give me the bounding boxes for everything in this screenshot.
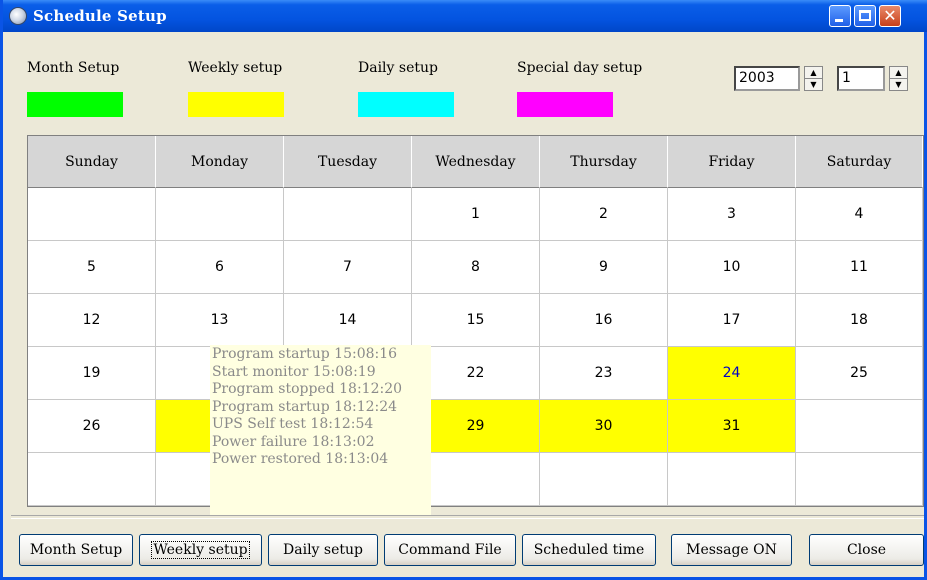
message-on-button[interactable]: Message ON	[671, 534, 792, 566]
calendar-day-cell[interactable]: 26	[28, 400, 156, 453]
year-down-arrow-icon[interactable]: ▼	[805, 79, 822, 90]
maximize-button[interactable]	[854, 5, 876, 27]
calendar-day-cell[interactable]: 7	[284, 241, 412, 294]
calendar-day-cell[interactable]: 4	[796, 188, 923, 241]
daily-setup-button-label: Daily setup	[283, 542, 363, 558]
day-header-tuesday: Tuesday	[284, 136, 412, 188]
event-log-line: UPS Self test 18:12:54	[212, 416, 374, 432]
clock-icon	[9, 7, 27, 25]
swatch-daily	[358, 92, 454, 117]
year-spinner[interactable]: ▲ ▼	[804, 66, 823, 91]
day-header-friday: Friday	[668, 136, 796, 188]
minimize-icon	[835, 19, 843, 22]
calendar-day-cell[interactable]: 31	[668, 400, 796, 453]
month-input[interactable]: 1	[837, 66, 885, 91]
calendar-day-cell[interactable]: 23	[540, 347, 668, 400]
calendar-day-cell[interactable]: 8	[412, 241, 540, 294]
calendar-day-cell[interactable]: 14	[284, 294, 412, 347]
day-header-sunday: Sunday	[28, 136, 156, 188]
legend-label-month: Month Setup	[27, 60, 120, 76]
swatch-weekly	[188, 92, 284, 117]
year-up-arrow-icon[interactable]: ▲	[805, 67, 822, 79]
calendar-day-cell[interactable]: 24	[668, 347, 796, 400]
scheduled-time-button-label: Scheduled time	[533, 542, 645, 558]
calendar-day-cell[interactable]: 2	[540, 188, 668, 241]
calendar-day-cell[interactable]: 9	[540, 241, 668, 294]
close-button[interactable]: Close	[809, 534, 924, 566]
event-log-line: Program startup 15:08:16	[212, 346, 398, 362]
calendar-day-cell[interactable]	[156, 188, 284, 241]
event-log-line: Program startup 18:12:24	[212, 398, 398, 415]
calendar-day-cell[interactable]: 11	[796, 241, 923, 294]
day-header-monday: Monday	[156, 136, 284, 188]
legend-label-daily: Daily setup	[358, 60, 438, 76]
calendar-day-cell[interactable]	[540, 453, 668, 506]
calendar-day-cell[interactable]: 12	[28, 294, 156, 347]
command-file-button-label: Command File	[398, 542, 502, 558]
calendar-day-cell[interactable]	[28, 453, 156, 506]
calendar-day-cell[interactable]	[28, 188, 156, 241]
close-icon: ✕	[883, 6, 897, 25]
calendar-day-cell[interactable]	[412, 453, 540, 506]
calendar-day-cell[interactable]: 10	[668, 241, 796, 294]
day-header-wednesday: Wednesday	[412, 136, 540, 188]
calendar-day-cell[interactable]	[284, 188, 412, 241]
calendar-day-cell[interactable]: 13	[156, 294, 284, 347]
calendar-day-cell[interactable]: 25	[796, 347, 923, 400]
minimize-button[interactable]	[829, 5, 851, 27]
weekly-setup-button[interactable]: Weekly setup	[139, 534, 262, 566]
day-header-thursday: Thursday	[540, 136, 668, 188]
calendar-day-cell[interactable]: 19	[28, 347, 156, 400]
legend-label-weekly: Weekly setup	[188, 60, 283, 76]
calendar-day-cell[interactable]: 3	[668, 188, 796, 241]
maximize-icon	[859, 10, 871, 21]
day-header-saturday: Saturday	[796, 136, 923, 188]
title-bar[interactable]: Schedule Setup ✕	[3, 0, 927, 32]
calendar-day-cell[interactable]: 17	[668, 294, 796, 347]
month-spinner[interactable]: ▲ ▼	[889, 66, 908, 91]
close-button-label: Close	[846, 542, 887, 558]
event-log-line: Program stopped 18:12:20	[212, 381, 403, 397]
event-log-tooltip: Program startup 15:08:16 Start monitor 15…	[210, 345, 431, 515]
calendar-day-cell[interactable]: 22	[412, 347, 540, 400]
calendar-grid: Sunday Monday Tuesday Wednesday Thursday Frid…	[27, 135, 924, 507]
scheduled-time-button[interactable]: Scheduled time	[522, 534, 656, 566]
event-log-line: Start monitor 15:08:19	[212, 363, 376, 380]
month-setup-button[interactable]: Month Setup	[19, 534, 133, 566]
calendar-day-cell[interactable]: 18	[796, 294, 923, 347]
event-log-line: Power failure 18:13:02	[212, 433, 375, 450]
month-setup-button-label: Month Setup	[29, 542, 123, 558]
calendar-day-cell[interactable]	[796, 453, 923, 506]
month-down-arrow-icon[interactable]: ▼	[890, 79, 907, 90]
calendar-day-cell[interactable]: 29	[412, 400, 540, 453]
command-file-button[interactable]: Command File	[384, 534, 516, 566]
daily-setup-button[interactable]: Daily setup	[268, 534, 378, 566]
swatch-special-day	[517, 92, 613, 117]
divider	[11, 515, 924, 519]
swatch-month	[27, 92, 123, 117]
calendar-day-cell[interactable]: 5	[28, 241, 156, 294]
schedule-setup-window: Schedule Setup ✕ Month Setup Weekly setu…	[0, 0, 927, 580]
calendar-day-cell[interactable]: 30	[540, 400, 668, 453]
legend-label-special-day: Special day setup	[517, 60, 643, 76]
calendar-day-cell[interactable]	[796, 400, 923, 453]
year-input[interactable]: 2003	[734, 66, 800, 91]
calendar-day-cell[interactable]: 15	[412, 294, 540, 347]
event-log-line: Power restored 18:13:04	[212, 451, 389, 467]
calendar-day-cell[interactable]	[668, 453, 796, 506]
calendar-day-cell[interactable]: 16	[540, 294, 668, 347]
message-on-button-label: Message ON	[686, 542, 777, 558]
close-window-button[interactable]: ✕	[879, 5, 901, 27]
calendar-day-cell[interactable]: 6	[156, 241, 284, 294]
month-up-arrow-icon[interactable]: ▲	[890, 67, 907, 79]
weekly-setup-button-label: Weekly setup	[151, 541, 250, 559]
window-title: Schedule Setup	[33, 7, 167, 25]
calendar-day-cell[interactable]: 1	[412, 188, 540, 241]
